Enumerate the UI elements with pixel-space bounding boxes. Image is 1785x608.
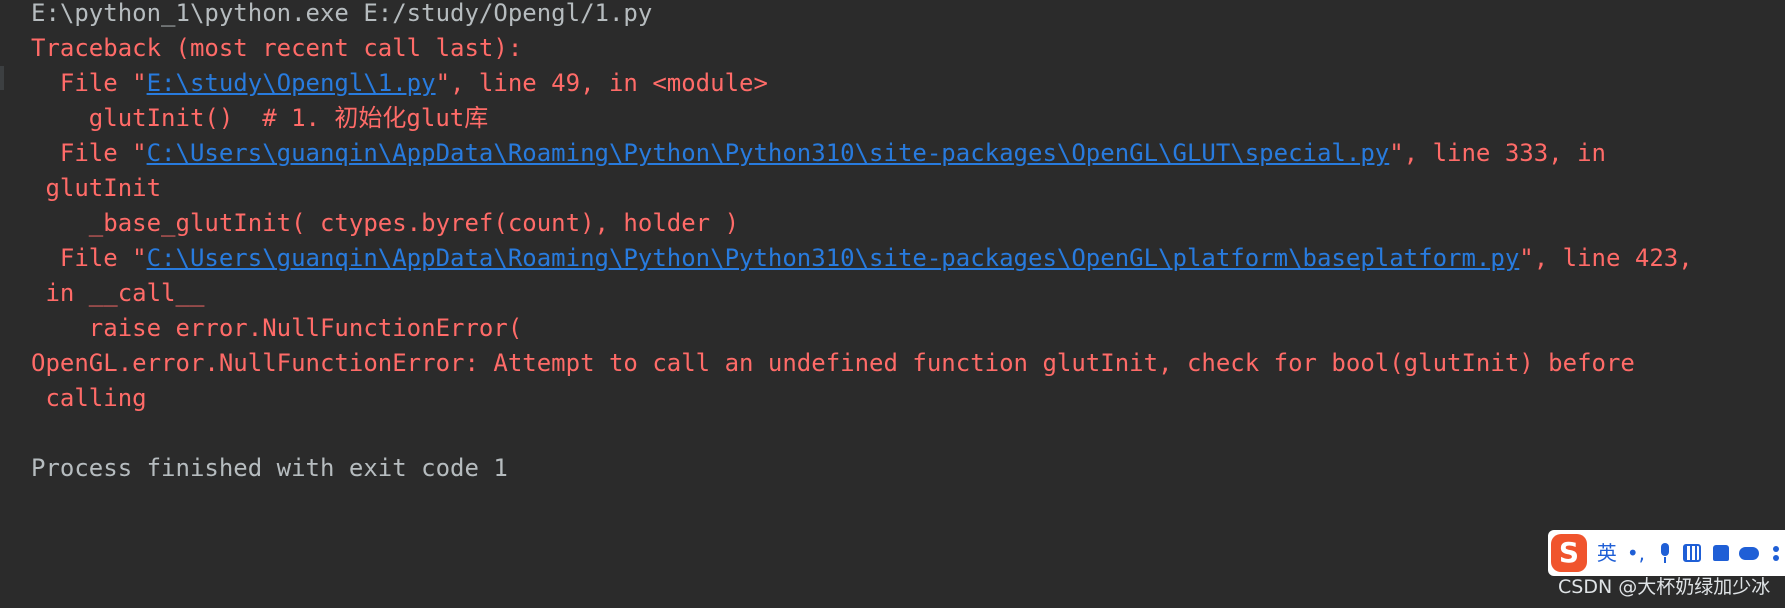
frame-1-file-link[interactable]: E:\study\Opengl\1.py — [147, 69, 436, 97]
exit-status-line: Process finished with exit code 1 — [31, 448, 508, 488]
frame-3-prefix: File " — [31, 244, 147, 272]
more-icon[interactable] — [1767, 543, 1785, 563]
frame-2-continuation: glutInit — [31, 168, 161, 208]
frame-2-code-line: _base_glutInit( ctypes.byref(count), hol… — [31, 203, 739, 243]
frame-2-prefix: File " — [31, 139, 147, 167]
error-continuation-line: calling — [31, 378, 147, 418]
microphone-icon[interactable] — [1655, 543, 1673, 563]
frame-3-file-link[interactable]: C:\Users\guanqin\AppData\Roaming\Python\… — [147, 244, 1520, 272]
error-continuation: calling — [31, 384, 147, 412]
ime-mode-toggle[interactable]: 英 — [1597, 530, 1617, 576]
frame-3-code-line: raise error.NullFunctionError( — [31, 308, 522, 348]
traceback-frame-1: File "E:\study\Opengl\1.py", line 49, in… — [31, 63, 768, 103]
traceback-header: Traceback (most recent call last): — [31, 28, 522, 68]
frame-2-file-link[interactable]: C:\Users\guanqin\AppData\Roaming\Python\… — [147, 139, 1390, 167]
frame-3-suffix: ", line 423, — [1519, 244, 1693, 272]
punctuation-toggle[interactable]: •, — [1627, 530, 1645, 576]
frame-1-prefix: File " — [31, 69, 147, 97]
traceback-header-text: Traceback (most recent call last): — [31, 34, 523, 62]
traceback-frame-3: File "C:\Users\guanqin\AppData\Roaming\P… — [31, 238, 1693, 278]
run-console-output: E:\python_1\python.exe E:/study/Opengl/1… — [0, 0, 1785, 608]
frame-3-continuation-text: in __call__ — [31, 279, 205, 307]
exit-status-text: Process finished with exit code 1 — [31, 454, 508, 482]
frame-3-continuation: in __call__ — [31, 273, 204, 313]
error-message: OpenGL.error.NullFunctionError: Attempt … — [31, 349, 1635, 377]
console-gutter-marker — [0, 66, 4, 90]
error-message-line: OpenGL.error.NullFunctionError: Attempt … — [31, 343, 1635, 383]
frame-2-suffix: ", line 333, in — [1389, 139, 1606, 167]
command-text: E:\python_1\python.exe E:/study/Opengl/1… — [31, 0, 653, 27]
frame-1-suffix: ", line 49, in <module> — [435, 69, 768, 97]
sogou-logo-icon[interactable]: S — [1551, 534, 1587, 572]
keyboard-icon[interactable] — [1682, 544, 1702, 562]
frame-1-code-line: glutInit() # 1. 初始化glut库 — [31, 98, 488, 138]
csdn-watermark: CSDN @大杯奶绿加少冰 — [1558, 576, 1771, 598]
traceback-frame-2: File "C:\Users\guanqin\AppData\Roaming\P… — [31, 133, 1606, 173]
frame-3-code: raise error.NullFunctionError( — [31, 314, 523, 342]
ime-toolbar[interactable]: S 英 •, — [1548, 530, 1785, 576]
skin-shirt-icon[interactable] — [1711, 543, 1730, 563]
frame-1-code: glutInit() # 1. 初始化glut库 — [31, 104, 489, 132]
gamepad-icon[interactable] — [1739, 543, 1760, 563]
frame-2-continuation-text: glutInit — [31, 174, 162, 202]
frame-2-code: _base_glutInit( ctypes.byref(count), hol… — [31, 209, 740, 237]
